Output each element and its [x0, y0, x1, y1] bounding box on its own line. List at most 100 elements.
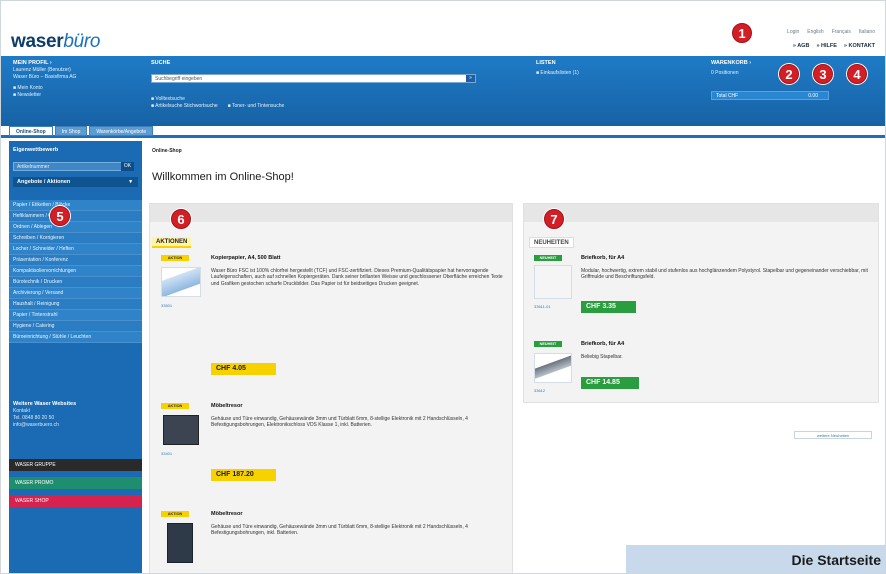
article-search-button[interactable]: OK: [121, 162, 134, 171]
category-item[interactable]: Papier / Etiketten / Blöcke: [9, 200, 142, 211]
waser-logo[interactable]: waserbüro: [11, 31, 101, 53]
search-submit-button[interactable]: »: [466, 75, 475, 82]
category-item[interactable]: Archivierung / Versand: [9, 288, 142, 299]
page-frame: waserbüro Login English Français Italian…: [0, 0, 886, 574]
more-news-button[interactable]: weitere Neuheiten: [794, 431, 872, 439]
product-title[interactable]: Briefkorb, für A4: [581, 341, 871, 348]
login-link[interactable]: Login: [787, 29, 799, 35]
search-options: ■ Volltextsuche ■ Artikelsuche Stichwort…: [151, 96, 284, 110]
product-price: CHF 3.35: [581, 301, 636, 313]
category-item[interactable]: Hygiene / Catering: [9, 321, 142, 332]
profile-link[interactable]: ■ Mein Konto: [13, 85, 76, 92]
category-item[interactable]: Bürotechnik / Drucken: [9, 277, 142, 288]
product-image-safe[interactable]: [167, 523, 193, 563]
product-image-tray[interactable]: [534, 265, 572, 299]
sidebar-search-heading: Eigenwettbewerb: [13, 147, 59, 153]
product-image-tray[interactable]: [534, 353, 572, 383]
sidebar-contact: Weitere Waser Websites Kontakt Tel. 0848…: [13, 401, 76, 429]
marker-6: 6: [171, 209, 191, 229]
marker-7: 7: [544, 209, 564, 229]
product-price: CHF 14.85: [581, 377, 639, 389]
product-image-safe[interactable]: [163, 415, 199, 445]
search-option-volltext[interactable]: ■ Volltextsuche: [151, 96, 284, 103]
product-item: Briefkorb, für A4 Modular, hochwertig, e…: [581, 255, 871, 281]
neuheiten-panel: [523, 203, 879, 403]
category-item[interactable]: Schreiben / Korrigieren: [9, 233, 142, 244]
category-dropdown[interactable]: Angebote / Aktionen ▾: [13, 177, 138, 187]
tab-im-shop[interactable]: Im Shop: [54, 126, 88, 136]
category-item[interactable]: Büroeinrichtung / Stühle / Leuchten: [9, 332, 142, 343]
kontakt-link[interactable]: » KONTAKT: [844, 43, 875, 49]
product-title[interactable]: Möbeltresor: [211, 511, 506, 518]
cart-line: 0 Positionen: [711, 70, 739, 76]
marker-5: 5: [50, 206, 70, 226]
lists-heading: LISTEN: [536, 60, 556, 66]
product-item: Kopierpapier, A4, 500 Blatt Waser Büro F…: [211, 255, 506, 287]
language-links: Login English Français Italiano: [787, 29, 875, 35]
article-number-input[interactable]: Artikelnummer: [13, 162, 125, 171]
lang-italiano-link[interactable]: Italiano: [859, 29, 875, 35]
profile-heading[interactable]: MEIN PROFIL ›: [13, 60, 76, 67]
lists-item[interactable]: ■ Einkaufslisten (1): [536, 70, 579, 77]
profile-section: MEIN PROFIL › Laurenz Müller (Benutzer) …: [13, 60, 76, 99]
marker-3: 3: [813, 64, 833, 84]
product-item: Briefkorb, für A4 Beliebig Stapelbar.: [581, 341, 871, 360]
category-item[interactable]: Kompaktisoliervorrichtungen: [9, 266, 142, 277]
article-number[interactable]: 33401: [161, 451, 172, 456]
product-title[interactable]: Kopierpapier, A4, 500 Blatt: [211, 255, 506, 262]
search-heading: SUCHE: [151, 60, 171, 66]
cart-total[interactable]: Total CHF 0.00: [711, 91, 829, 100]
agb-link[interactable]: » AGB: [793, 43, 810, 49]
product-price: CHF 187.20: [211, 469, 276, 481]
marker-4: 4: [847, 64, 867, 84]
category-item[interactable]: Präsentation / Konferenz: [9, 255, 142, 266]
profile-line: Laurenz Müller (Benutzer): [13, 67, 71, 73]
tab-warenkoerbe[interactable]: Warenkörbe/Angebote: [89, 126, 154, 136]
tab-online-shop[interactable]: Online-Shop: [9, 126, 53, 136]
product-description: Modular, hochwertig, extrem stabil und s…: [581, 267, 868, 281]
search-option-artikel[interactable]: ■ Artikelsuche Stichwortsuche: [151, 103, 218, 110]
lists-section: LISTEN ■ Einkaufslisten (1): [536, 60, 579, 77]
product-description: Beliebig Stapelbar.: [581, 353, 623, 360]
category-item[interactable]: Haushalt / Reinigung: [9, 299, 142, 310]
aktion-tag: AKTION: [161, 511, 189, 517]
neuheit-tag: NEUHEIT: [534, 341, 562, 347]
cart-section: WARENKORB › 0 Positionen: [711, 60, 751, 77]
breadcrumb[interactable]: Online-Shop: [152, 148, 182, 154]
page-title: Willkommen im Online-Shop!: [152, 171, 294, 183]
category-item[interactable]: Papier / Tintenstrahl: [9, 310, 142, 321]
marker-2: 2: [779, 64, 799, 84]
article-number[interactable]: 33611-01: [534, 304, 551, 309]
article-number[interactable]: 33501: [161, 303, 172, 308]
category-item[interactable]: Ordnen / Ablegen: [9, 222, 142, 233]
category-list: Papier / Etiketten / Blöcke Heftklammern…: [9, 200, 142, 343]
contact-line: Kontakt: [13, 408, 30, 414]
hilfe-link[interactable]: » HILFE: [816, 43, 836, 49]
utility-links: » AGB » HILFE » KONTAKT: [793, 43, 875, 49]
article-number[interactable]: 33612: [534, 388, 545, 393]
contact-heading: Weitere Waser Websites: [13, 401, 77, 407]
product-title[interactable]: Möbeltresor: [211, 403, 506, 410]
lang-english-link[interactable]: English: [807, 29, 823, 35]
product-item: Möbeltresor Gehäuse und Türe einwandig, …: [211, 403, 506, 429]
aktion-tag: AKTION: [161, 255, 189, 261]
aktionen-heading: AKTIONEN: [152, 237, 192, 248]
lang-francais-link[interactable]: Français: [832, 29, 851, 35]
search-input[interactable]: Suchbegriff eingeben»: [151, 74, 476, 83]
aktion-tag: AKTION: [161, 403, 189, 409]
waser-shop-button[interactable]: WASER SHOP: [9, 495, 142, 507]
product-image-paper[interactable]: [161, 267, 201, 297]
search-option-toner[interactable]: ■ Toner- und Tintensuche: [228, 103, 285, 110]
main-tabs: Online-Shop Im Shop Warenkörbe/Angebote: [9, 126, 154, 136]
product-description: Gehäuse und Türe einwandig, Gehäusewände…: [211, 415, 468, 429]
contact-email[interactable]: info@waserbuero.ch: [13, 422, 76, 429]
product-price: CHF 4.05: [211, 363, 276, 375]
cart-heading[interactable]: WARENKORB ›: [711, 60, 751, 67]
category-item[interactable]: Locher / Schneider / Heften: [9, 244, 142, 255]
waser-gruppe-button[interactable]: WASER GRUPPE: [9, 459, 142, 471]
profile-link[interactable]: ■ Newsletter: [13, 92, 76, 99]
product-title[interactable]: Briefkorb, für A4: [581, 255, 871, 262]
category-item[interactable]: Heftklammern / Ordner: [9, 211, 142, 222]
waser-promo-button[interactable]: WASER PROMO: [9, 477, 142, 489]
product-description: Gehäuse und Türe einwandig, Gehäusewände…: [211, 523, 468, 537]
